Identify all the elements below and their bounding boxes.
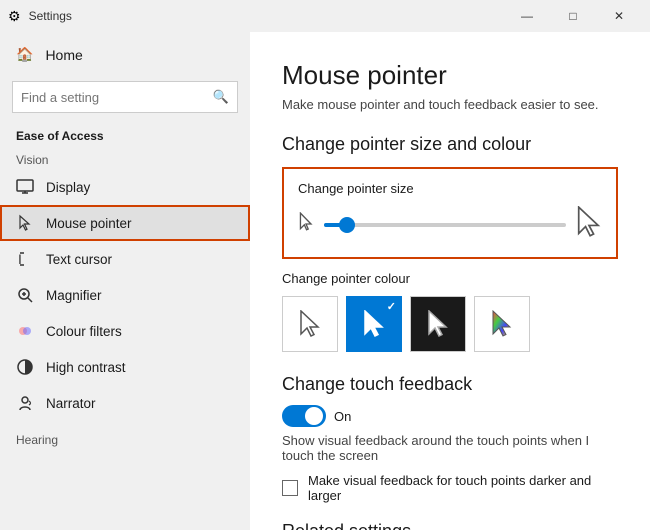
colour-option-blue[interactable]: ✓ (346, 296, 402, 352)
pointer-size-slider[interactable] (324, 223, 566, 227)
title-bar: ⚙ Settings — □ ✕ (0, 0, 650, 32)
sidebar-item-text-cursor[interactable]: I Text cursor (0, 241, 250, 277)
sidebar: 🏠 Home 🔍 Ease of Access Vision Display (0, 32, 250, 530)
pointer-colour-label: Change pointer colour (282, 271, 618, 286)
touch-feedback-toggle[interactable] (282, 405, 326, 427)
title-bar-title: Settings (29, 9, 72, 23)
sidebar-item-magnifier[interactable]: Magnifier (0, 277, 250, 313)
related-settings-title: Related settings (282, 521, 618, 530)
checkbox-row: Make visual feedback for touch points da… (282, 473, 618, 503)
page-subtitle: Make mouse pointer and touch feedback ea… (282, 97, 618, 112)
close-button[interactable]: ✕ (596, 0, 642, 32)
magnifier-icon (16, 286, 34, 304)
colour-option-colorful[interactable] (474, 296, 530, 352)
content-area: Mouse pointer Make mouse pointer and tou… (250, 32, 650, 530)
sidebar-category-vision: Vision (0, 149, 250, 169)
minimize-button[interactable]: — (504, 0, 550, 32)
checkbox-label: Make visual feedback for touch points da… (308, 473, 618, 503)
colour-option-white[interactable] (282, 296, 338, 352)
touch-section-title: Change touch feedback (282, 374, 618, 395)
sidebar-search-box[interactable]: 🔍 (12, 81, 238, 113)
sidebar-item-display[interactable]: Display (0, 169, 250, 205)
sidebar-item-high-contrast[interactable]: High contrast (0, 349, 250, 385)
touch-darker-checkbox[interactable] (282, 480, 298, 496)
cursor-small-icon (298, 212, 314, 237)
title-bar-left: ⚙ Settings (8, 8, 72, 25)
sidebar-item-home[interactable]: 🏠 Home (0, 32, 250, 77)
pointer-size-label: Change pointer size (298, 181, 602, 196)
touch-subtitle: Show visual feedback around the touch po… (282, 433, 618, 463)
text-cursor-icon: I (16, 250, 34, 268)
maximize-button[interactable]: □ (550, 0, 596, 32)
cursor-large-icon (576, 206, 602, 243)
toggle-knob (305, 407, 323, 425)
search-icon: 🔍 (213, 89, 229, 105)
search-input[interactable] (21, 90, 213, 105)
display-icon (16, 178, 34, 196)
title-bar-controls: — □ ✕ (504, 0, 642, 32)
home-icon: 🏠 (16, 46, 33, 63)
pointer-size-slider-row (298, 206, 602, 243)
pointer-size-section-title: Change pointer size and colour (282, 134, 618, 155)
app-body: 🏠 Home 🔍 Ease of Access Vision Display (0, 32, 650, 530)
slider-thumb (339, 217, 355, 233)
narrator-icon (16, 394, 34, 412)
pointer-size-box: Change pointer size (282, 167, 618, 259)
settings-icon: ⚙ (8, 8, 21, 25)
colour-options: ✓ (282, 296, 618, 352)
sidebar-item-mouse-pointer[interactable]: Mouse pointer (0, 205, 250, 241)
touch-toggle-row: On (282, 405, 618, 427)
sidebar-category-hearing: Hearing (0, 429, 250, 449)
high-contrast-icon (16, 358, 34, 376)
sidebar-section-label: Ease of Access (0, 121, 250, 149)
colour-option-black[interactable] (410, 296, 466, 352)
page-title: Mouse pointer (282, 60, 618, 91)
toggle-label: On (334, 409, 351, 424)
sidebar-item-colour-filters[interactable]: Colour filters (0, 313, 250, 349)
mouse-pointer-icon (16, 214, 34, 232)
colour-filters-icon (16, 322, 34, 340)
sidebar-item-narrator[interactable]: Narrator (0, 385, 250, 421)
